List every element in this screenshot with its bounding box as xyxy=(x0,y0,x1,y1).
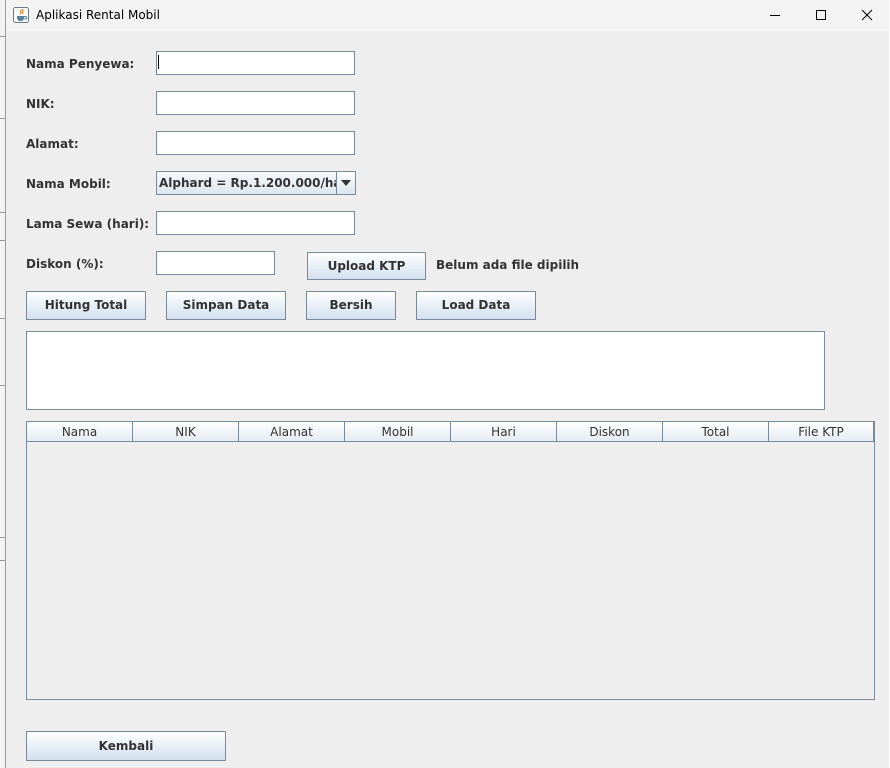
nama-mobil-select[interactable]: Alphard = Rp.1.200.000/hari xyxy=(156,171,356,195)
hitung-total-button[interactable]: Hitung Total xyxy=(26,291,146,320)
column-header-alamat[interactable]: Alamat xyxy=(239,422,345,442)
nama-mobil-label: Nama Mobil: xyxy=(26,177,111,191)
output-textarea[interactable] xyxy=(26,331,825,410)
maximize-icon xyxy=(816,10,826,20)
minimize-button[interactable] xyxy=(752,0,798,31)
java-cup-icon xyxy=(13,7,29,23)
text-caret xyxy=(158,55,159,69)
lama-sewa-input[interactable] xyxy=(156,211,355,235)
lama-sewa-label: Lama Sewa (hari): xyxy=(26,217,150,231)
alamat-label: Alamat: xyxy=(26,137,79,151)
nama-penyewa-input[interactable] xyxy=(156,51,355,75)
column-header-hari[interactable]: Hari xyxy=(451,422,557,442)
column-header-nama[interactable]: Nama xyxy=(27,422,133,442)
nik-label: NIK: xyxy=(26,97,55,111)
upload-ktp-button[interactable]: Upload KTP xyxy=(307,252,426,280)
diskon-input[interactable] xyxy=(156,251,275,275)
title-bar: Aplikasi Rental Mobil xyxy=(6,0,889,31)
maximize-button[interactable] xyxy=(798,0,844,31)
nik-input[interactable] xyxy=(156,91,355,115)
column-header-mobil[interactable]: Mobil xyxy=(345,422,451,442)
diskon-label: Diskon (%): xyxy=(26,257,104,271)
load-data-button[interactable]: Load Data xyxy=(416,291,536,320)
alamat-input[interactable] xyxy=(156,131,355,155)
kembali-button[interactable]: Kembali xyxy=(26,731,226,761)
chevron-down-icon xyxy=(341,180,351,186)
window-title: Aplikasi Rental Mobil xyxy=(36,8,160,22)
data-table[interactable]: Nama NIK Alamat Mobil Hari Diskon Total … xyxy=(26,421,875,700)
dropdown-arrow-button[interactable] xyxy=(336,172,355,194)
bersih-button[interactable]: Bersih xyxy=(306,291,396,320)
app-window: Aplikasi Rental Mobil Nama Penyewa: NIK:… xyxy=(5,0,889,768)
column-header-total[interactable]: Total xyxy=(663,422,769,442)
nama-penyewa-label: Nama Penyewa: xyxy=(26,57,135,71)
column-header-file-ktp[interactable]: File KTP xyxy=(769,422,874,442)
minimize-icon xyxy=(770,15,780,16)
close-icon xyxy=(861,9,873,21)
column-header-nik[interactable]: NIK xyxy=(133,422,239,442)
nama-mobil-selected: Alphard = Rp.1.200.000/hari xyxy=(159,176,352,190)
close-button[interactable] xyxy=(844,0,890,31)
table-header: Nama NIK Alamat Mobil Hari Diskon Total … xyxy=(27,422,874,442)
simpan-data-button[interactable]: Simpan Data xyxy=(166,291,286,320)
column-header-diskon[interactable]: Diskon xyxy=(557,422,663,442)
upload-status-text: Belum ada file dipilih xyxy=(436,258,580,272)
